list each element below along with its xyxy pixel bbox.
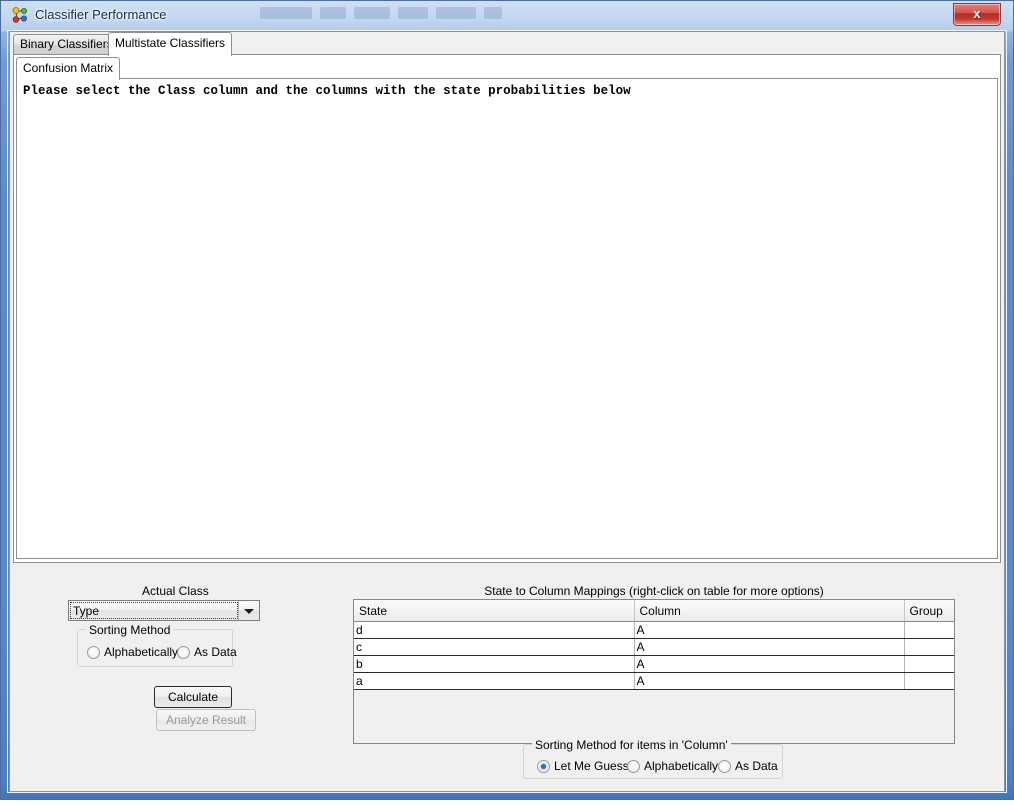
- column-header-column[interactable]: Column: [634, 600, 905, 622]
- table-row[interactable]: c A: [354, 638, 954, 656]
- cell-group[interactable]: [904, 621, 954, 639]
- radio-dot-icon: [537, 760, 550, 773]
- cell-group[interactable]: [904, 638, 954, 656]
- outer-tab-strip: Binary Classifiers Multistate Classifier…: [13, 32, 1001, 56]
- radio-label: Let Me Guess: [554, 759, 629, 773]
- close-icon: x: [973, 6, 981, 21]
- cell-column[interactable]: A: [634, 638, 905, 656]
- inner-tab-strip: Confusion Matrix: [16, 57, 998, 80]
- actual-class-combobox[interactable]: Type: [68, 600, 260, 621]
- column-header-group[interactable]: Group: [904, 600, 954, 622]
- cell-state[interactable]: a: [354, 672, 635, 690]
- confusion-matrix-panel: Please select the Class column and the c…: [16, 78, 998, 559]
- state-column-mappings-table[interactable]: State Column Group d A c A b A a A: [353, 599, 955, 744]
- close-button[interactable]: x: [953, 3, 1001, 26]
- combobox-dropdown-button[interactable]: [238, 601, 259, 620]
- radio-label: Alphabetically: [644, 759, 719, 773]
- column-header-state[interactable]: State: [354, 600, 635, 622]
- cell-column[interactable]: A: [634, 655, 905, 673]
- mappings-title: State to Column Mappings (right-click on…: [484, 584, 824, 598]
- outer-tab-page: Confusion Matrix Please select the Class…: [13, 54, 1001, 563]
- cell-column[interactable]: A: [634, 621, 905, 639]
- table-header-row: State Column Group: [354, 600, 954, 622]
- table-row[interactable]: b A: [354, 655, 954, 673]
- cell-group[interactable]: [904, 655, 954, 673]
- radio-label: As Data: [194, 645, 237, 659]
- actual-class-value: Type: [73, 604, 100, 618]
- tab-binary-classifiers[interactable]: Binary Classifiers: [13, 34, 120, 55]
- radio-dot-icon: [718, 760, 731, 773]
- radio-dot-icon: [177, 646, 190, 659]
- actual-class-label: Actual Class: [142, 584, 209, 598]
- client-area: Binary Classifiers Multistate Classifier…: [10, 32, 1004, 791]
- network-nodes-icon: [12, 7, 27, 23]
- sorting-method-group: Sorting Method Alphabetically As Data: [77, 623, 237, 667]
- instruction-label: Please select the Class column and the c…: [23, 84, 631, 98]
- calculate-button[interactable]: Calculate: [154, 686, 232, 708]
- cell-state[interactable]: b: [354, 655, 635, 673]
- title-bar: Classifier Performance x: [2, 1, 1012, 30]
- tab-multistate-classifiers[interactable]: Multistate Classifiers: [108, 32, 233, 56]
- cell-group[interactable]: [904, 672, 954, 690]
- table-row[interactable]: a A: [354, 672, 954, 690]
- tab-confusion-matrix[interactable]: Confusion Matrix: [16, 57, 121, 80]
- window-title: Classifier Performance: [35, 7, 167, 22]
- radio-label: As Data: [735, 759, 778, 773]
- analyze-result-button: Analyze Result: [156, 709, 256, 731]
- radio-dot-icon: [87, 646, 100, 659]
- cell-column[interactable]: A: [634, 672, 905, 690]
- column-sorting-group-title: Sorting Method for items in 'Column': [532, 738, 731, 752]
- radio-label: Alphabetically: [104, 645, 179, 659]
- bottom-panel: Actual Class Type Sorting Method Alphabe…: [10, 567, 1004, 791]
- table-row[interactable]: d A: [354, 621, 954, 639]
- radio-dot-icon: [627, 760, 640, 773]
- cell-state[interactable]: c: [354, 638, 635, 656]
- application-window: Classifier Performance x Binary Classifi…: [0, 0, 1014, 807]
- column-sorting-method-group: Sorting Method for items in 'Column' Let…: [523, 738, 783, 779]
- chevron-down-icon: [244, 609, 254, 614]
- sorting-method-group-title: Sorting Method: [86, 623, 174, 637]
- cell-state[interactable]: d: [354, 621, 635, 639]
